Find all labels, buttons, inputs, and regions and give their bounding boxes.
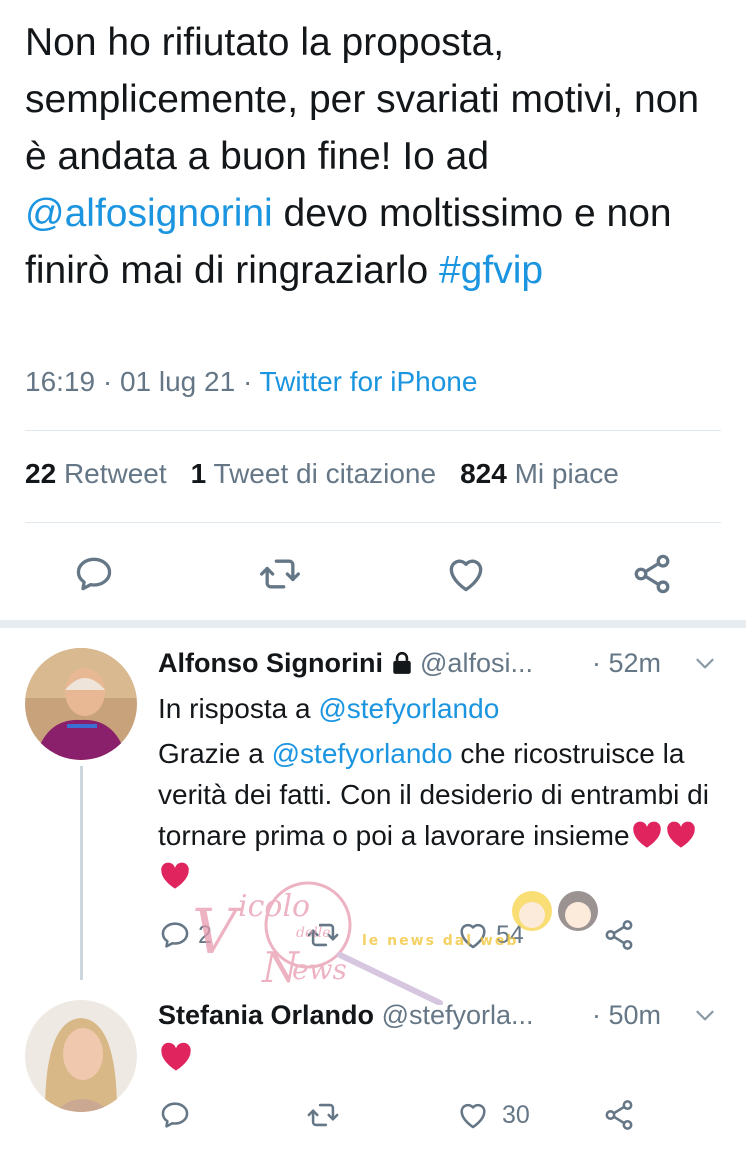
reply-count: 2 <box>198 920 212 949</box>
reply-time: · 52m <box>592 648 662 678</box>
share-icon <box>605 1100 633 1130</box>
section-divider <box>0 620 746 628</box>
avatar[interactable] <box>25 648 137 760</box>
chevron-down-icon <box>696 658 714 669</box>
reply-button[interactable] <box>72 552 116 596</box>
in-reply-prefix: In risposta a <box>158 693 319 724</box>
reply-header: Alfonso Signorini @alfosi... <box>158 648 533 679</box>
like-button[interactable] <box>444 552 488 596</box>
retweet-icon <box>307 1103 339 1127</box>
author-handle[interactable]: @stefyorla... <box>382 1000 534 1030</box>
retweet-icon <box>307 923 339 947</box>
like-count: 54 <box>496 920 524 949</box>
retweet-button[interactable] <box>306 918 340 952</box>
reply-text: Grazie a @stefyorlando che ricostruisce … <box>158 733 718 897</box>
tweet-timestamp: 16:19 · 01 lug 21 · <box>25 366 260 397</box>
reply-time: · 50m <box>592 1000 662 1030</box>
reply-icon <box>161 922 189 948</box>
in-reply-to: In risposta a @stefyorlando <box>158 688 499 729</box>
share-button[interactable] <box>630 552 674 596</box>
thread-line <box>80 766 83 980</box>
mention-link[interactable]: @alfosignorini <box>25 192 273 235</box>
like-button[interactable]: 30 <box>456 1098 530 1132</box>
quote-label[interactable]: Tweet di citazione <box>214 458 437 489</box>
reply-button[interactable]: 2 <box>158 918 212 952</box>
tweet-source-link[interactable]: Twitter for iPhone <box>260 366 478 397</box>
watermark-initial-n: N <box>262 943 299 992</box>
like-icon <box>460 1103 486 1129</box>
avatar[interactable] <box>25 1000 137 1112</box>
heart-emoji-icon <box>158 1040 194 1077</box>
retweet-count[interactable]: 22 <box>25 458 56 489</box>
tweet-stats: 22 Retweet 1 Tweet di citazione 824 Mi pia… <box>25 458 619 490</box>
like-count: 30 <box>502 1100 530 1129</box>
share-icon <box>605 920 633 950</box>
share-button[interactable] <box>602 1098 636 1132</box>
like-label[interactable]: Mi piace <box>515 458 619 489</box>
share-icon <box>634 554 670 594</box>
reply-icon <box>76 557 112 591</box>
author-name[interactable]: Stefania Orlando <box>158 1000 374 1030</box>
tweet-meta: 16:19 · 01 lug 21 · Twitter for iPhone <box>25 366 477 398</box>
retweet-icon <box>260 559 300 589</box>
like-icon <box>460 923 486 949</box>
like-icon <box>449 559 483 592</box>
author-name[interactable]: Alfonso Signorini <box>158 648 383 678</box>
divider <box>25 430 721 431</box>
reply-text-part: Grazie a <box>158 738 272 769</box>
avatar-image <box>25 1000 137 1112</box>
retweet-label[interactable]: Retweet <box>64 458 167 489</box>
watermark-brand-end: ews <box>292 953 347 986</box>
share-button[interactable] <box>602 918 636 952</box>
like-count[interactable]: 824 <box>460 458 507 489</box>
reply-icon <box>161 1102 189 1128</box>
tweet-text: Non ho rifiutato la proposta, sempliceme… <box>25 14 725 299</box>
more-options-button[interactable] <box>692 1002 718 1033</box>
in-reply-handle[interactable]: @stefyorlando <box>318 693 499 724</box>
retweet-button[interactable] <box>258 552 302 596</box>
retweet-button[interactable] <box>306 1098 340 1132</box>
avatar-image <box>25 648 137 760</box>
hashtag-link[interactable]: #gfvip <box>439 249 543 292</box>
lock-icon <box>392 651 411 674</box>
tweet-text-part: Non ho rifiutato la proposta, sempliceme… <box>25 21 700 178</box>
mention-link[interactable]: @stefyorlando <box>272 738 453 769</box>
chevron-down-icon <box>696 1010 714 1021</box>
quote-count[interactable]: 1 <box>191 458 207 489</box>
like-button[interactable]: 54 <box>456 918 524 952</box>
divider <box>25 522 721 523</box>
reply-button[interactable] <box>158 1098 192 1132</box>
author-handle[interactable]: @alfosi... <box>420 648 533 678</box>
reply-header: Stefania Orlando @stefyorla... <box>158 1000 534 1031</box>
more-options-button[interactable] <box>692 650 718 681</box>
